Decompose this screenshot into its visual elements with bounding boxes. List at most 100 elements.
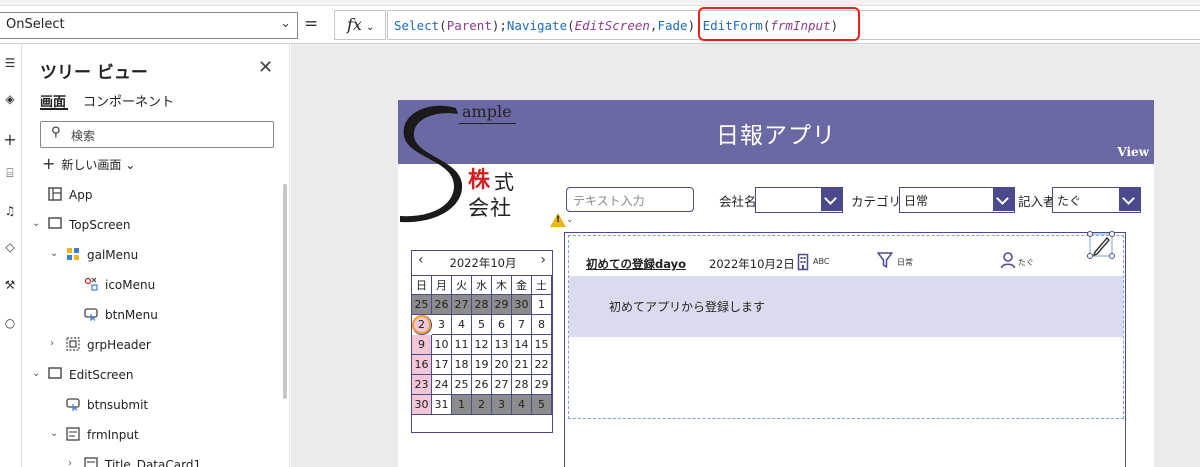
- search-rail-icon[interactable]: ○: [2, 316, 18, 332]
- chevron-right-icon[interactable]: ›: [68, 458, 72, 467]
- formula-token: );: [491, 18, 507, 33]
- close-icon[interactable]: ✕: [258, 57, 273, 78]
- data-icon[interactable]: ⌸: [2, 166, 18, 182]
- calendar-day[interactable]: 6: [492, 315, 512, 335]
- calendar-day[interactable]: 28: [472, 295, 492, 315]
- calendar-day[interactable]: 16: [412, 355, 432, 375]
- calendar-day[interactable]: 26: [472, 375, 492, 395]
- calendar-day[interactable]: 20: [492, 355, 512, 375]
- calendar-day[interactable]: 25: [412, 295, 432, 315]
- tree-item-editscreen[interactable]: ⌄ EditScreen: [22, 364, 280, 388]
- tree-item-btnsubmit[interactable]: btnsubmit: [22, 394, 280, 418]
- tree-item-galmenu[interactable]: ⌄ galMenu: [22, 244, 280, 268]
- calendar-day[interactable]: 31: [432, 395, 452, 415]
- menu-icon[interactable]: ☰: [2, 56, 18, 72]
- category-label: カテゴリ: [851, 194, 902, 209]
- tree-item-icomenu[interactable]: icoMenu: [22, 274, 280, 298]
- calendar-day[interactable]: 19: [472, 355, 492, 375]
- calendar-day[interactable]: 27: [452, 295, 472, 315]
- tree-search-placeholder: 検索: [71, 129, 96, 143]
- card-icon: [84, 457, 98, 467]
- tree-view-title: ツリー ビュー: [40, 63, 148, 83]
- chevron-down-icon[interactable]: ⌄: [32, 218, 40, 229]
- view-label: View: [1117, 145, 1149, 159]
- calendar-day[interactable]: 22: [532, 355, 552, 375]
- company-label: 会社名: [719, 194, 757, 209]
- calendar-day[interactable]: 21: [512, 355, 532, 375]
- record-person: たぐ: [1018, 258, 1034, 267]
- calendar-day[interactable]: 24: [432, 375, 452, 395]
- chevron-down-icon[interactable]: ⌄: [32, 368, 40, 379]
- calendar-day[interactable]: 2: [412, 315, 432, 335]
- calendar-day[interactable]: 29: [532, 375, 552, 395]
- new-screen-button[interactable]: + 新しい画面 ⌄: [42, 154, 135, 173]
- media-icon[interactable]: ♫: [2, 204, 18, 220]
- chevron-down-icon[interactable]: ⌄: [566, 215, 574, 225]
- chevron-right-icon[interactable]: ›: [50, 338, 54, 349]
- weekday-header: 土: [532, 275, 552, 295]
- calendar-day[interactable]: 23: [412, 375, 432, 395]
- calendar-day[interactable]: 3: [432, 315, 452, 335]
- calendar-day[interactable]: 30: [412, 395, 432, 415]
- left-rail: ☰ ◈ + ⌸ ♫ ◇ ⚒ ○: [0, 44, 22, 467]
- search-text-input[interactable]: テキスト入力: [566, 187, 694, 212]
- company-dropdown[interactable]: [755, 187, 843, 213]
- calendar-day[interactable]: 15: [532, 335, 552, 355]
- tree-item-topscreen[interactable]: ⌄ TopScreen: [22, 214, 280, 238]
- formula-token: Select: [394, 18, 440, 33]
- calendar-day[interactable]: 8: [532, 315, 552, 335]
- tree-item-title-datacard1[interactable]: › Title_DataCard1: [22, 454, 280, 467]
- tree-item-label: galMenu: [87, 248, 139, 262]
- category-value: 日常: [904, 194, 929, 208]
- tree-item-label: icoMenu: [105, 278, 156, 292]
- calendar-day[interactable]: 28: [512, 375, 532, 395]
- calendar-day[interactable]: 25: [452, 375, 472, 395]
- calendar-day[interactable]: 5: [532, 395, 552, 415]
- formula-token: EditScreen: [574, 18, 650, 33]
- tree-item-grpheader[interactable]: › grpHeader: [22, 334, 280, 358]
- calendar-day[interactable]: 11: [452, 335, 472, 355]
- calendar-day[interactable]: 30: [512, 295, 532, 315]
- calendar-day[interactable]: 14: [512, 335, 532, 355]
- tree-item-label: btnsubmit: [87, 398, 149, 412]
- theme-icon[interactable]: ◇: [2, 240, 18, 256]
- property-dropdown[interactable]: OnSelect ⌄: [0, 12, 298, 39]
- calendar-day[interactable]: 18: [452, 355, 472, 375]
- edit-icon[interactable]: [1087, 231, 1115, 259]
- tree-item-app[interactable]: App: [22, 184, 280, 208]
- calendar-day[interactable]: 27: [492, 375, 512, 395]
- calendar-day[interactable]: 2: [472, 395, 492, 415]
- calendar-day[interactable]: 29: [492, 295, 512, 315]
- calendar-day[interactable]: 7: [512, 315, 532, 335]
- tab-components[interactable]: コンポーネント: [83, 91, 174, 110]
- tools-icon[interactable]: ⚒: [2, 278, 18, 294]
- tree-item-label: App: [69, 188, 93, 202]
- fx-button[interactable]: fx ⌄: [334, 10, 386, 40]
- chevron-down-icon[interactable]: ⌄: [50, 428, 58, 439]
- tree-scrollbar[interactable]: [283, 184, 287, 399]
- calendar-day[interactable]: 4: [452, 315, 472, 335]
- calendar-day[interactable]: 10: [432, 335, 452, 355]
- calendar-day[interactable]: 13: [492, 335, 512, 355]
- insert-icon[interactable]: +: [2, 130, 18, 149]
- calendar-day[interactable]: 26: [432, 295, 452, 315]
- calendar-day[interactable]: 3: [492, 395, 512, 415]
- category-dropdown[interactable]: 日常: [899, 187, 1015, 213]
- tree-item-label: TopScreen: [69, 218, 131, 232]
- calendar-day[interactable]: 9: [412, 335, 432, 355]
- record-title[interactable]: 初めての登録dayo: [586, 256, 686, 272]
- calendar-day[interactable]: 12: [472, 335, 492, 355]
- calendar-day[interactable]: 5: [472, 315, 492, 335]
- chevron-down-icon[interactable]: ⌄: [50, 248, 58, 259]
- formula-token: (: [439, 18, 447, 33]
- tree-item-btnmenu[interactable]: btnMenu: [22, 304, 280, 328]
- calendar-day[interactable]: 4: [512, 395, 532, 415]
- tree-search-input[interactable]: ⚲ 検索: [40, 121, 274, 148]
- tree-item-frminput[interactable]: ⌄ frmInput: [22, 424, 280, 448]
- calendar-day[interactable]: 1: [532, 295, 552, 315]
- layers-icon[interactable]: ◈: [2, 92, 18, 108]
- chevron-right-icon[interactable]: ›: [540, 252, 546, 268]
- calendar-day[interactable]: 1: [452, 395, 472, 415]
- calendar-day[interactable]: 17: [432, 355, 452, 375]
- person-dropdown[interactable]: たぐ: [1052, 187, 1141, 213]
